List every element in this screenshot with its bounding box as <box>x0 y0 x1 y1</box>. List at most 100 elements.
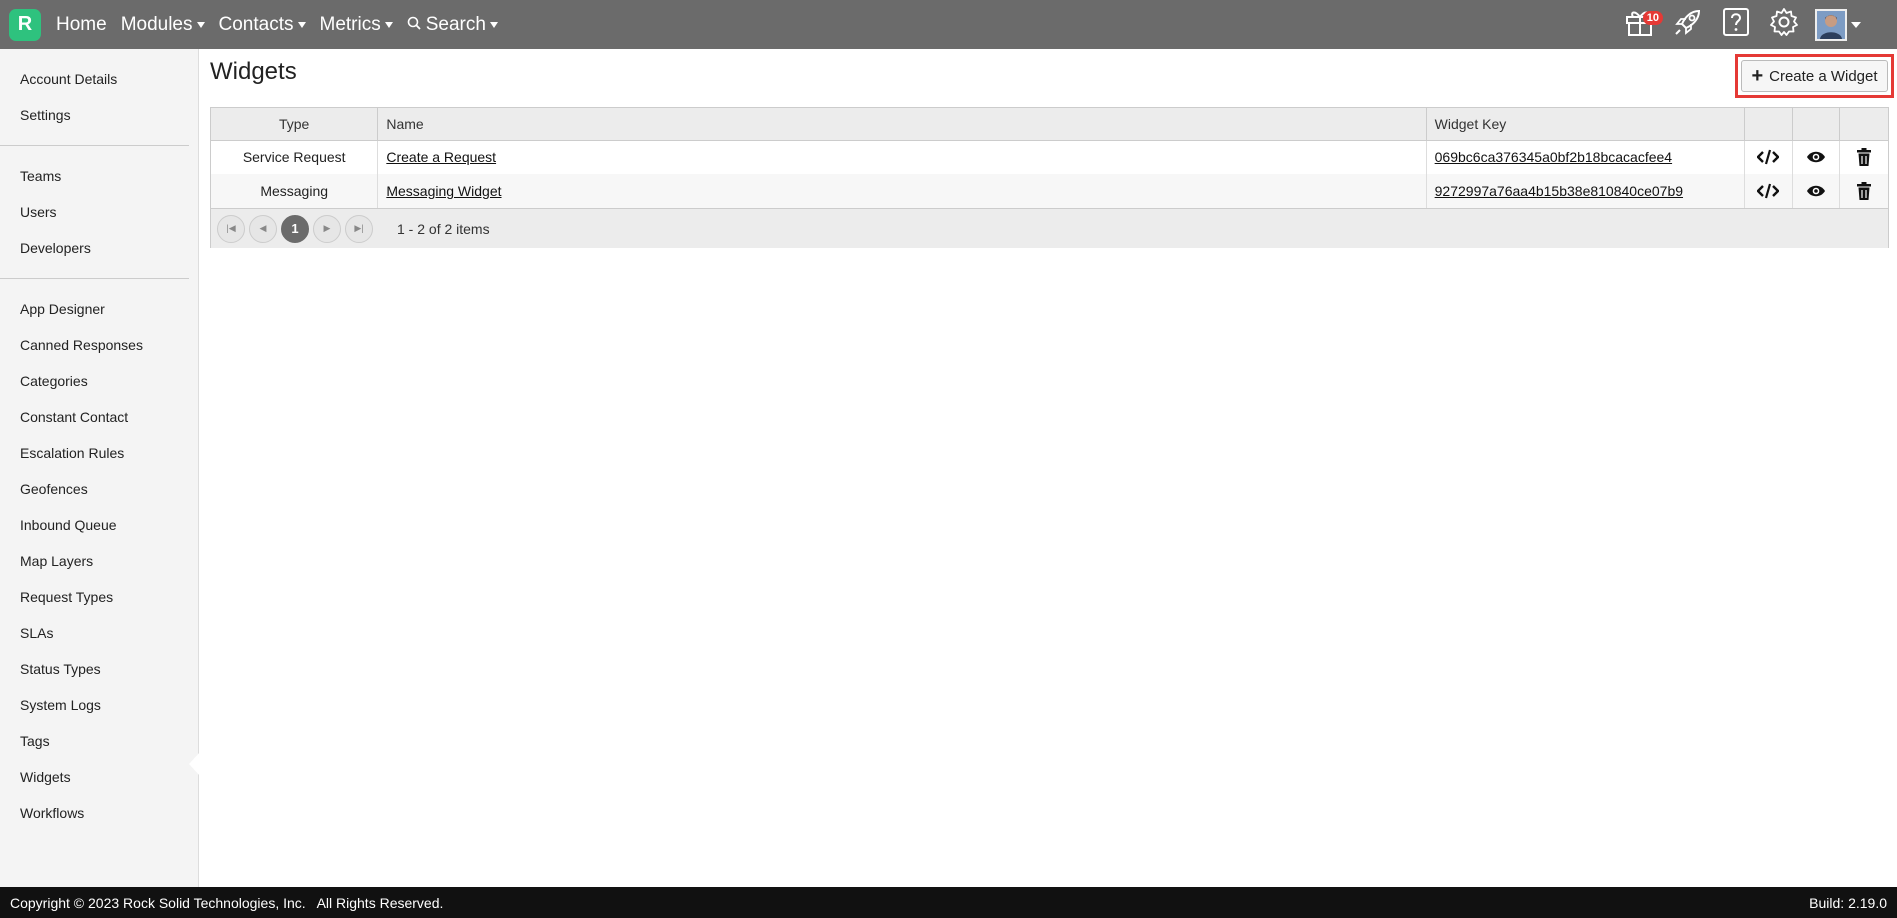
plus-icon: + <box>1751 65 1764 87</box>
help-icon <box>1722 7 1750 42</box>
help-button[interactable] <box>1719 8 1753 42</box>
create-widget-button[interactable]: + Create a Widget <box>1741 60 1888 92</box>
widgets-table: Type Name Widget Key Service Request Cre… <box>211 108 1888 208</box>
code-icon[interactable] <box>1753 149 1784 165</box>
sidebar-item-developers[interactable]: Developers <box>0 230 189 266</box>
cell-name: Messaging Widget <box>377 174 1427 208</box>
sidebar-item-canned-responses[interactable]: Canned Responses <box>0 327 189 363</box>
nav-contacts-label: Contacts <box>218 13 294 35</box>
gear-icon <box>1769 7 1799 42</box>
footer: Copyright © 2023 Rock Solid Technologies… <box>0 887 1897 918</box>
sidebar-item-request-types[interactable]: Request Types <box>0 579 189 615</box>
nav-search-label: Search <box>425 13 486 35</box>
first-page-icon: |◀ <box>226 223 236 233</box>
sidebar-group-account: Account Details Settings <box>0 49 189 146</box>
trash-icon[interactable] <box>1848 148 1880 167</box>
caret-down-icon <box>384 21 393 28</box>
settings-button[interactable] <box>1767 8 1801 42</box>
sidebar-item-geofences[interactable]: Geofences <box>0 471 189 507</box>
sidebar-item-system-logs[interactable]: System Logs <box>0 687 189 723</box>
footer-build: Build: 2.19.0 <box>1809 894 1887 911</box>
caret-down-icon <box>196 21 205 28</box>
sidebar-item-widgets[interactable]: Widgets <box>0 759 189 795</box>
column-header-embed <box>1744 108 1793 141</box>
page-number-button[interactable]: 1 <box>281 214 309 243</box>
cell-embed <box>1744 140 1793 174</box>
gift-button[interactable]: 10 <box>1623 8 1663 42</box>
nav-search[interactable]: Search <box>407 14 498 36</box>
nav-home[interactable]: Home <box>56 14 107 36</box>
top-right-tools: 10 <box>1623 0 1897 49</box>
create-widget-label: Create a Widget <box>1769 67 1878 85</box>
last-page-button[interactable]: ▶| <box>345 214 373 243</box>
footer-copyright: Copyright © 2023 Rock Solid Technologies… <box>10 894 444 911</box>
table-header-row: Type Name Widget Key <box>211 108 1888 141</box>
next-page-button[interactable]: ▶ <box>313 214 341 243</box>
widgets-grid: Type Name Widget Key Service Request Cre… <box>210 107 1889 248</box>
cell-key: 9272997a76aa4b15b38e810840ce07b9 <box>1426 174 1745 208</box>
sidebar-item-escalation-rules[interactable]: Escalation Rules <box>0 435 189 471</box>
rocket-button[interactable] <box>1671 8 1705 42</box>
widget-key-link[interactable]: 069bc6ca376345a0bf2b18bcacacfee4 <box>1435 149 1672 165</box>
column-header-type[interactable]: Type <box>211 108 379 141</box>
cell-name: Create a Request <box>377 140 1427 174</box>
page-title: Widgets <box>210 58 297 85</box>
table-row: Messaging Messaging Widget 9272997a76aa4… <box>211 174 1888 208</box>
sidebar-item-slas[interactable]: SLAs <box>0 615 189 651</box>
last-page-icon: ▶| <box>354 223 364 233</box>
column-header-name[interactable]: Name <box>377 108 1427 141</box>
top-nav-bar: R Home Modules Contacts Metrics Search 1… <box>0 0 1897 49</box>
user-menu-caret-icon[interactable] <box>1851 21 1861 28</box>
active-item-pointer <box>189 752 200 776</box>
sidebar-item-settings[interactable]: Settings <box>0 97 189 133</box>
nav-modules[interactable]: Modules <box>121 14 205 36</box>
nav-contacts[interactable]: Contacts <box>219 14 306 36</box>
column-header-widget-key[interactable]: Widget Key <box>1426 108 1745 141</box>
cell-key: 069bc6ca376345a0bf2b18bcacacfee4 <box>1426 140 1745 174</box>
sidebar-item-tags[interactable]: Tags <box>0 723 189 759</box>
pager-info: 1 - 2 of 2 items <box>397 220 490 237</box>
rocket-icon <box>1673 7 1703 42</box>
sidebar-item-workflows[interactable]: Workflows <box>0 795 189 831</box>
trash-icon[interactable] <box>1848 182 1880 200</box>
main-nav: Home Modules Contacts Metrics Search <box>49 14 505 36</box>
sidebar-item-status-types[interactable]: Status Types <box>0 651 189 687</box>
code-icon[interactable] <box>1753 183 1784 199</box>
prev-page-button[interactable]: ◀ <box>249 214 277 243</box>
search-icon <box>407 14 421 36</box>
pager: |◀ ◀ 1 ▶ ▶| 1 - 2 of 2 items <box>211 208 1888 248</box>
prev-page-icon: ◀ <box>259 223 267 233</box>
column-header-preview <box>1792 108 1841 141</box>
caret-down-icon <box>297 21 306 28</box>
sidebar-item-users[interactable]: Users <box>0 194 189 230</box>
widget-name-link[interactable]: Messaging Widget <box>386 183 501 199</box>
sidebar-item-account-details[interactable]: Account Details <box>0 61 189 97</box>
sidebar-item-categories[interactable]: Categories <box>0 363 189 399</box>
first-page-button[interactable]: |◀ <box>217 214 245 243</box>
nav-metrics-label: Metrics <box>319 13 381 35</box>
column-header-delete <box>1839 108 1888 141</box>
nav-modules-label: Modules <box>120 13 193 35</box>
widget-name-link[interactable]: Create a Request <box>386 149 496 165</box>
widget-key-link[interactable]: 9272997a76aa4b15b38e810840ce07b9 <box>1435 183 1683 199</box>
eye-icon[interactable] <box>1801 150 1832 164</box>
eye-icon[interactable] <box>1801 184 1832 198</box>
next-page-icon: ▶ <box>323 223 331 233</box>
sidebar-item-app-designer[interactable]: App Designer <box>0 291 189 327</box>
caret-down-icon <box>489 21 498 28</box>
app-logo[interactable]: R <box>9 8 41 41</box>
sidebar-item-inbound-queue[interactable]: Inbound Queue <box>0 507 189 543</box>
sidebar-group-people: Teams Users Developers <box>0 146 189 279</box>
sidebar-item-map-layers[interactable]: Map Layers <box>0 543 189 579</box>
sidebar-item-teams[interactable]: Teams <box>0 158 189 194</box>
notification-badge: 10 <box>1642 10 1663 25</box>
sidebar-group-config: App Designer Canned Responses Categories… <box>0 279 189 843</box>
nav-home-label: Home <box>56 13 107 35</box>
avatar[interactable] <box>1815 8 1847 41</box>
nav-metrics[interactable]: Metrics <box>320 14 393 36</box>
table-row: Service Request Create a Request 069bc6c… <box>211 140 1888 174</box>
admin-sidebar: Account Details Settings Teams Users Dev… <box>0 49 199 887</box>
cell-embed <box>1744 174 1793 208</box>
sidebar-item-constant-contact[interactable]: Constant Contact <box>0 399 189 435</box>
create-widget-highlight: + Create a Widget <box>1735 54 1894 98</box>
